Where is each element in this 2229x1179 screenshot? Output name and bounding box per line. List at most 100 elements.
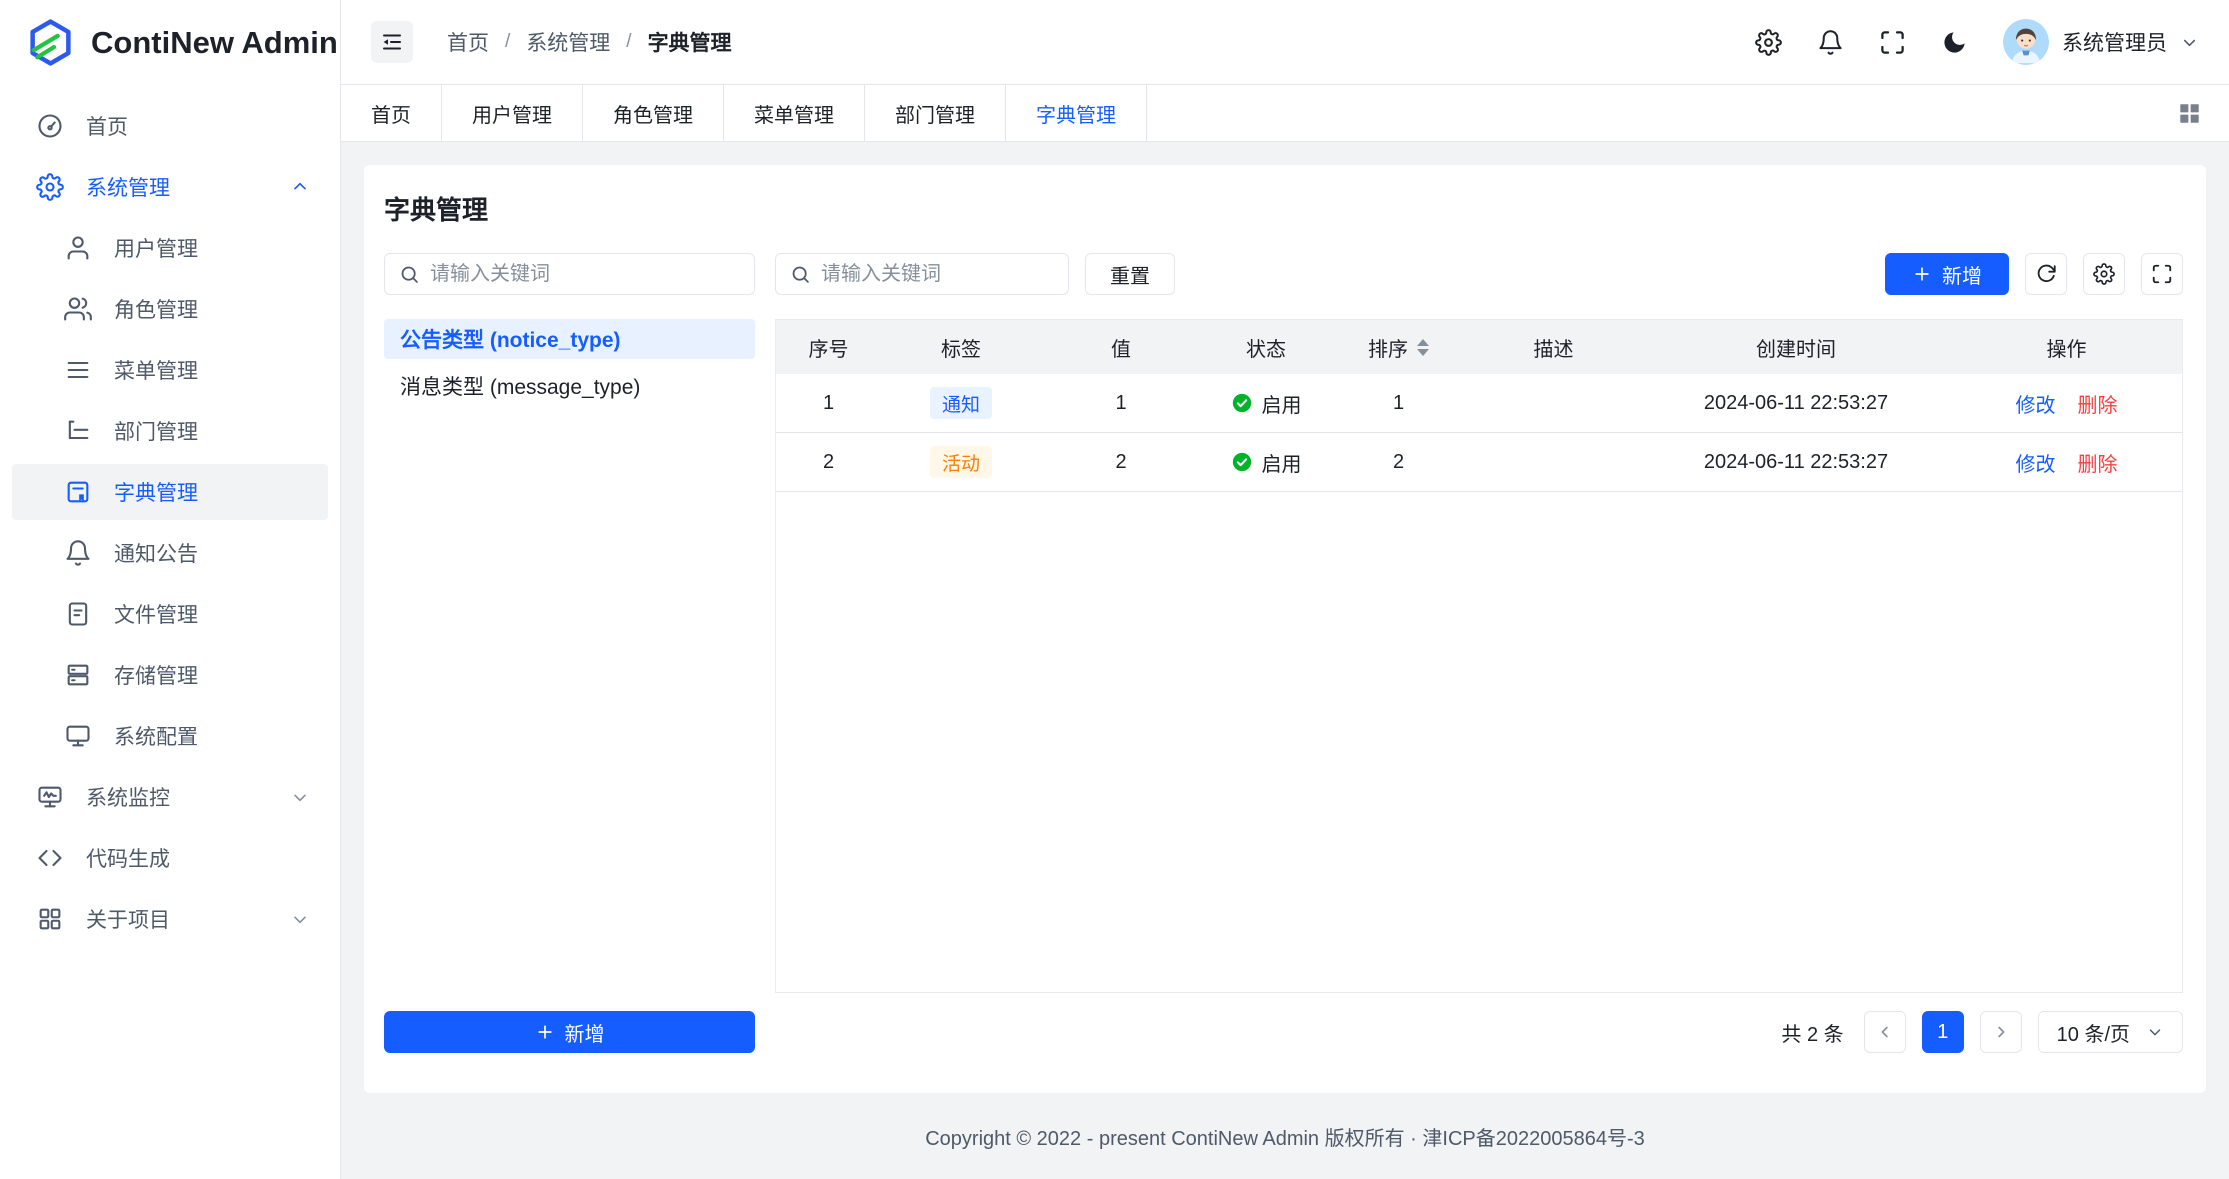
sidebar-item-role-management[interactable]: 角色管理 <box>12 281 328 337</box>
table-search-input[interactable] <box>821 263 1054 286</box>
cell-no: 1 <box>776 392 881 415</box>
sidebar-collapse-button[interactable] <box>371 21 413 63</box>
sidebar-item-system-monitor[interactable]: 系统监控 <box>12 769 328 825</box>
cell-status: 启用 <box>1201 448 1331 477</box>
sidebar-item-file-management[interactable]: 文件管理 <box>12 586 328 642</box>
monitor-pulse-icon <box>36 783 64 811</box>
cell-tag: 活动 <box>881 446 1041 478</box>
fullscreen-icon <box>2151 263 2173 285</box>
user-icon <box>64 234 92 262</box>
chevron-down-icon <box>290 787 310 807</box>
sidebar-item-storage-management[interactable]: 存储管理 <box>12 647 328 703</box>
tag-badge: 通知 <box>930 387 992 419</box>
column-header-actions: 操作 <box>1951 333 2182 362</box>
sidebar-item-user-management[interactable]: 用户管理 <box>12 220 328 276</box>
dict-type-panel: 公告类型 (notice_type) 消息类型 (message_type) 新… <box>384 319 755 1053</box>
dict-type-list: 公告类型 (notice_type) 消息类型 (message_type) <box>384 319 755 1011</box>
sidebar-item-menu-management[interactable]: 菜单管理 <box>12 342 328 398</box>
sidebar-item-notice[interactable]: 通知公告 <box>12 525 328 581</box>
pagination-next-button[interactable] <box>1980 1011 2022 1053</box>
menu-fold-icon <box>380 30 404 54</box>
breadcrumb-item-home[interactable]: 首页 <box>447 27 489 57</box>
logo-hexagon-icon <box>26 18 75 67</box>
tab-dept-management[interactable]: 部门管理 <box>865 85 1006 141</box>
dark-mode-moon-icon[interactable] <box>1941 29 1968 56</box>
chevron-left-icon <box>1876 1023 1894 1041</box>
dict-type-item-message[interactable]: 消息类型 (message_type) <box>384 366 755 406</box>
chevron-down-icon <box>2180 33 2199 52</box>
gear-icon <box>2093 263 2115 285</box>
refresh-button[interactable] <box>2025 253 2067 295</box>
column-header-sort[interactable]: 排序 <box>1331 333 1466 362</box>
breadcrumb: 首页 / 系统管理 / 字典管理 <box>447 27 732 57</box>
tab-user-management[interactable]: 用户管理 <box>442 85 583 141</box>
tab-role-management[interactable]: 角色管理 <box>583 85 724 141</box>
dict-management-card: 字典管理 重置 新增 <box>364 165 2206 1093</box>
sort-carets-icon[interactable] <box>1417 339 1429 356</box>
tabbar: 首页 用户管理 角色管理 菜单管理 部门管理 字典管理 <box>341 85 2229 142</box>
search-icon <box>790 264 811 285</box>
page-title: 字典管理 <box>384 190 2183 227</box>
sidebar-item-home[interactable]: 首页 <box>12 98 328 154</box>
chevron-down-icon <box>290 909 310 929</box>
users-icon <box>64 295 92 323</box>
column-header-status: 状态 <box>1201 333 1331 362</box>
dict-search-field[interactable] <box>384 253 755 295</box>
sidebar-menu: 首页 系统管理 用户管理 角色 <box>0 85 340 952</box>
notification-bell-icon[interactable] <box>1817 29 1844 56</box>
dict-search-input[interactable] <box>430 263 740 286</box>
reset-button[interactable]: 重置 <box>1085 253 1175 295</box>
column-header-tag: 标签 <box>881 333 1041 362</box>
dict-type-item-notice[interactable]: 公告类型 (notice_type) <box>384 319 755 359</box>
dictionary-icon <box>64 478 92 506</box>
status-text: 启用 <box>1262 448 1302 477</box>
cell-value: 1 <box>1041 392 1201 415</box>
cell-tag: 通知 <box>881 387 1041 419</box>
sidebar-item-about[interactable]: 关于项目 <box>12 891 328 947</box>
refresh-icon <box>2035 263 2057 285</box>
tab-home[interactable]: 首页 <box>341 85 442 141</box>
page-size-select[interactable]: 10 条/页 <box>2038 1011 2183 1053</box>
app-root: ContiNew Admin 首页 系统管理 <box>0 0 2229 1179</box>
sidebar-item-system-management[interactable]: 系统管理 <box>12 159 328 215</box>
cell-value: 2 <box>1041 451 1201 474</box>
tab-dict-management[interactable]: 字典管理 <box>1006 85 1147 141</box>
dict-type-add-button[interactable]: 新增 <box>384 1011 755 1053</box>
delete-link[interactable]: 删除 <box>2078 389 2118 418</box>
sidebar-item-system-config[interactable]: 系统配置 <box>12 708 328 764</box>
cell-created-time: 2024-06-11 22:53:27 <box>1641 451 1951 474</box>
breadcrumb-item-system[interactable]: 系统管理 <box>526 27 610 57</box>
edit-link[interactable]: 修改 <box>2016 389 2056 418</box>
cell-status: 启用 <box>1201 389 1331 418</box>
sidebar-item-code-gen[interactable]: 代码生成 <box>12 830 328 886</box>
tab-actions-grid-icon[interactable] <box>2178 85 2229 141</box>
user-menu[interactable]: 系统管理员 <box>2003 19 2199 65</box>
user-name: 系统管理员 <box>2062 27 2167 57</box>
topbar-actions: 系统管理员 <box>1755 19 2199 65</box>
fullscreen-icon[interactable] <box>1879 29 1906 56</box>
main-area: 首页 / 系统管理 / 字典管理 <box>341 0 2229 1179</box>
delete-link[interactable]: 删除 <box>2078 448 2118 477</box>
breadcrumb-item-current: 字典管理 <box>648 27 732 57</box>
pagination-prev-button[interactable] <box>1864 1011 1906 1053</box>
settings-icon[interactable] <box>1755 29 1782 56</box>
table-row: 2 活动 2 启用 2 <box>776 433 2182 492</box>
tab-menu-management[interactable]: 菜单管理 <box>724 85 865 141</box>
check-circle-icon <box>1231 392 1253 414</box>
gear-icon <box>36 173 64 201</box>
dashboard-icon <box>36 112 64 140</box>
table-search-field[interactable] <box>775 253 1069 295</box>
avatar <box>2003 19 2049 65</box>
sidebar-item-dict-management[interactable]: 字典管理 <box>12 464 328 520</box>
add-button[interactable]: 新增 <box>1885 253 2009 295</box>
column-header-no: 序号 <box>776 333 881 362</box>
pagination-page-1[interactable]: 1 <box>1922 1011 1964 1053</box>
cell-sort: 1 <box>1331 392 1466 415</box>
apps-grid-icon <box>36 905 64 933</box>
sidebar-item-dept-management[interactable]: 部门管理 <box>12 403 328 459</box>
edit-link[interactable]: 修改 <box>2016 448 2056 477</box>
file-icon <box>64 600 92 628</box>
column-settings-button[interactable] <box>2083 253 2125 295</box>
table-header-row: 序号 标签 值 状态 排序 描述 创建时间 操作 <box>776 320 2182 374</box>
table-fullscreen-button[interactable] <box>2141 253 2183 295</box>
